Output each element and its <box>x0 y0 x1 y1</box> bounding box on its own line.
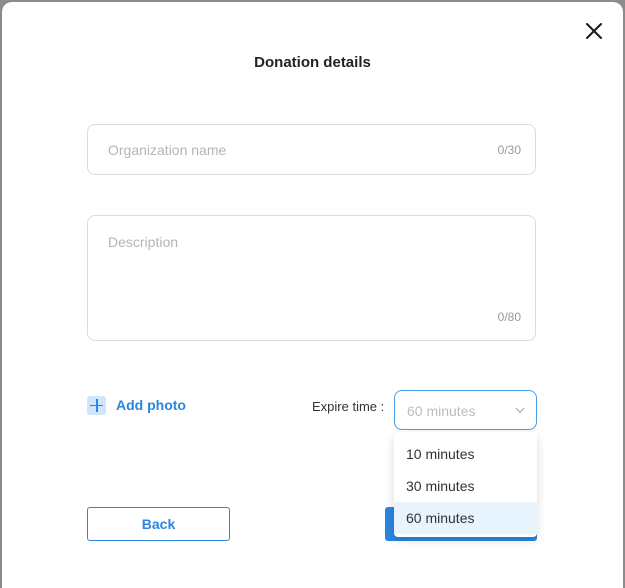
donation-details-dialog: Donation details Organization name 0/30 … <box>2 2 623 588</box>
plus-icon <box>87 395 106 415</box>
expire-option-60[interactable]: 60 minutes <box>394 502 537 534</box>
add-photo-button[interactable]: Add photo <box>87 395 186 415</box>
organization-name-placeholder: Organization name <box>108 142 227 158</box>
expire-time-dropdown: 10 minutes 30 minutes 60 minutes <box>394 432 537 537</box>
description-placeholder: Description <box>108 234 179 250</box>
chevron-down-icon <box>515 407 525 414</box>
back-button[interactable]: Back <box>87 507 230 541</box>
description-counter: 0/80 <box>497 310 521 324</box>
description-input[interactable]: Description 0/80 <box>87 215 536 341</box>
add-photo-label: Add photo <box>116 397 186 413</box>
expire-time-label: Expire time : <box>312 399 385 414</box>
dialog-title: Donation details <box>254 54 371 71</box>
expire-time-value: 60 minutes <box>407 403 476 419</box>
close-button[interactable] <box>583 20 605 42</box>
close-icon <box>586 23 602 39</box>
expire-time-select[interactable]: 60 minutes <box>394 390 537 430</box>
organization-name-input[interactable]: Organization name 0/30 <box>87 124 536 175</box>
expire-option-10[interactable]: 10 minutes <box>394 438 537 470</box>
organization-name-counter: 0/30 <box>497 143 521 157</box>
expire-option-30[interactable]: 30 minutes <box>394 470 537 502</box>
